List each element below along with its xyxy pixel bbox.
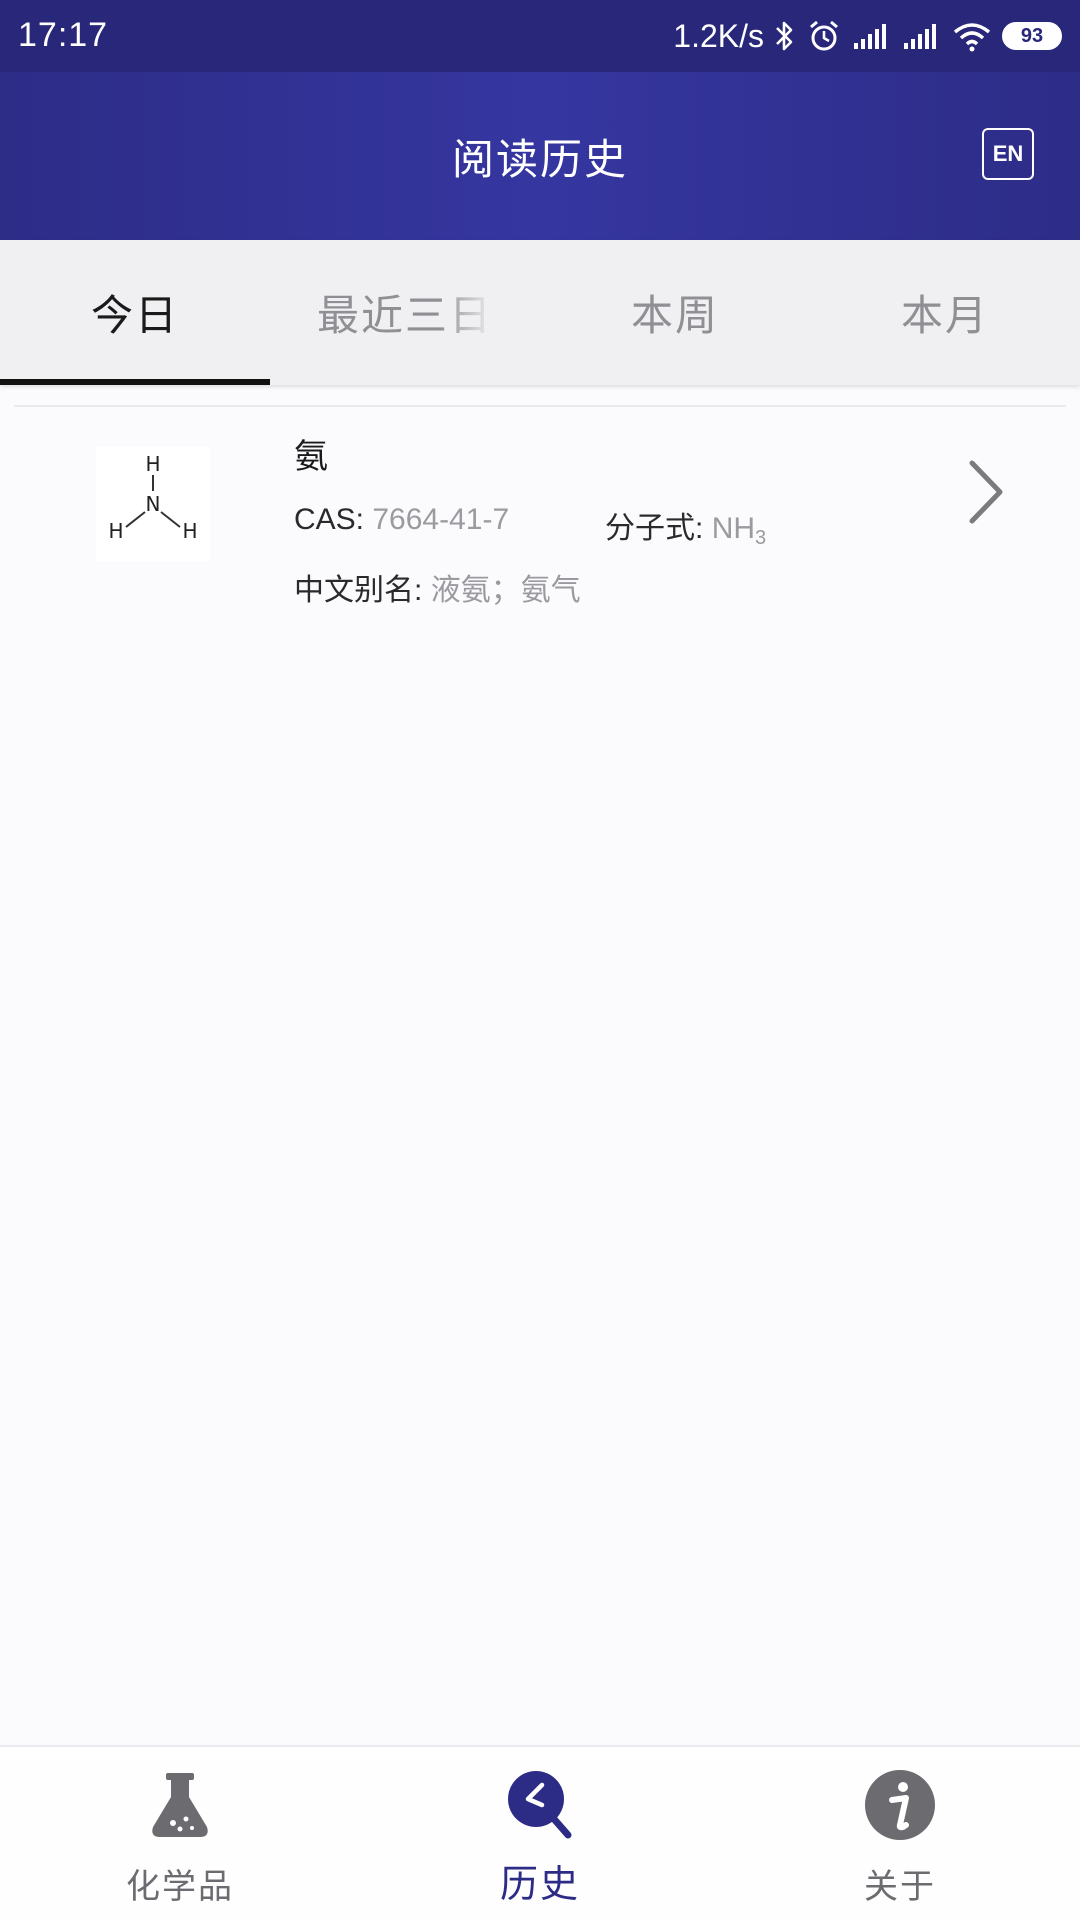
alias-row: 中文别名: 液氨；氨气 [294,565,581,609]
formula-subscript: 3 [755,527,767,549]
tab-label: 本周 [630,291,719,340]
tab-today[interactable]: 今日 [0,240,270,385]
atom-label: N [146,492,161,516]
status-icons: 1.2K/s 93 [673,12,1062,60]
history-search-icon [508,1771,572,1839]
tab-label: 最近三日 [316,291,493,340]
nav-label: 历史 [499,1862,580,1906]
bottom-navigation: 化学品 历史 关于 [0,1745,1080,1920]
atom-label: H [108,519,123,543]
atom-label: H [182,519,197,543]
alarm-icon [810,20,838,51]
signal-icon [854,24,886,49]
app-bar: 阅读历史 EN [0,72,1080,240]
history-list: H N H H 氨 CAS: 7664-41-7 分子式: NH3 中文别名: … [0,385,1080,1745]
signal-icon [904,24,936,49]
chemical-name: 氨 [294,437,328,477]
status-bar: 17:17 1.2K/s 93 [0,0,1080,72]
page-title: 阅读历史 [451,135,628,184]
tab-this-month[interactable]: 本月 [810,240,1080,385]
history-range-tabs: 今日 最近三日 本周 本月 [0,240,1080,385]
network-speed: 1.2K/s [673,17,764,54]
formula-main: NH [711,512,756,545]
cas-value: 7664-41-7 [372,503,510,536]
chevron-right-icon[interactable] [964,457,1008,527]
language-toggle-button[interactable]: EN [982,128,1034,180]
atom-label: H [145,452,160,476]
cas-label: CAS: [294,503,365,536]
tab-last-three-days[interactable]: 最近三日 [270,240,540,385]
nav-about[interactable]: 关于 [720,1747,1080,1920]
flask-icon [152,1773,208,1837]
tab-this-week[interactable]: 本周 [540,240,810,385]
nav-chemicals[interactable]: 化学品 [0,1747,360,1920]
nav-history[interactable]: 历史 [360,1747,720,1920]
nav-label: 化学品 [126,1867,234,1907]
info-icon [865,1770,935,1840]
nav-label: 关于 [864,1867,936,1907]
bluetooth-icon [776,21,793,51]
alias-label: 中文别名: [294,574,423,607]
list-item[interactable]: H N H H 氨 CAS: 7664-41-7 分子式: NH3 中文别名: … [0,407,1080,607]
formula-value: NH3 [711,512,766,549]
alias-value: 液氨；氨气 [430,574,581,607]
wifi-icon [953,23,991,52]
formula-row: 分子式: NH3 [605,503,766,550]
formula-label: 分子式: [605,512,704,545]
status-time: 17:17 [18,16,109,54]
tab-label: 本月 [900,291,989,340]
battery-icon: 93 [1002,22,1062,50]
cas-row: CAS: 7664-41-7 [294,503,509,537]
screen: 17:17 1.2K/s 93 阅读历史 EN 今日 最近三日 本周 本月 H … [0,0,1080,1920]
tab-label: 今日 [90,291,179,340]
structure-thumbnail: H N H H [96,447,210,561]
